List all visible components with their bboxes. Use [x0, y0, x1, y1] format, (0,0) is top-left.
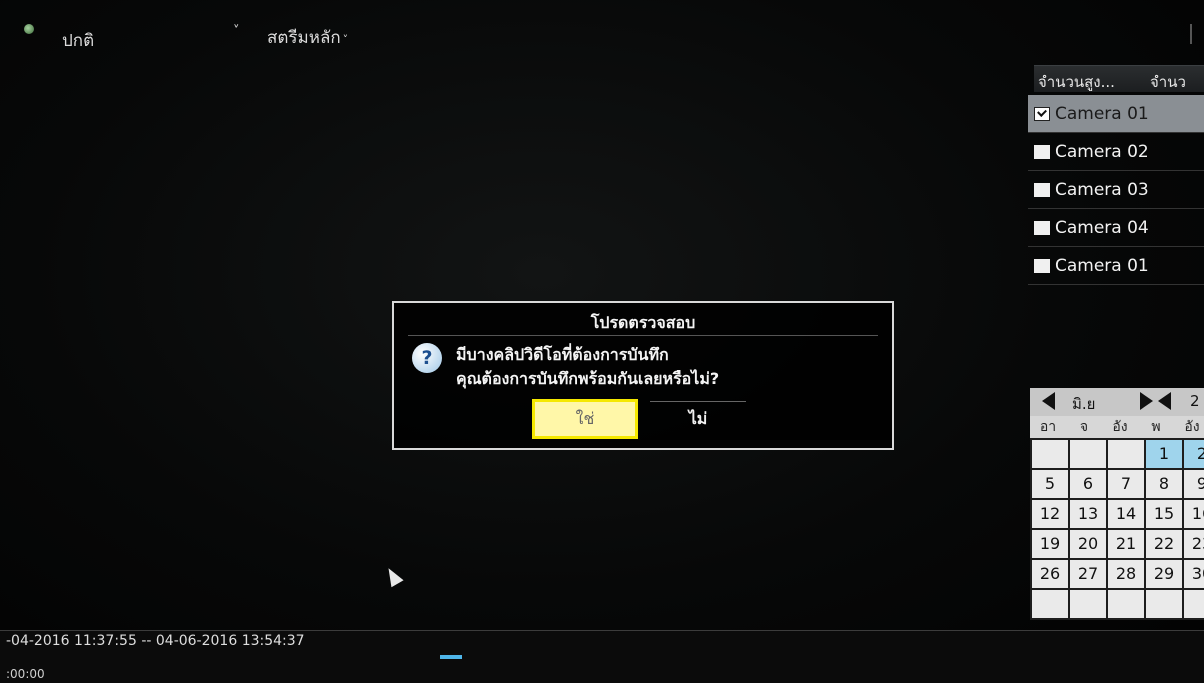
top-bar: ปกติ ˅ สตรีมหลัก ˅ [0, 0, 1204, 60]
dialog-title: โปรดตรวจสอบ [590, 313, 696, 332]
weekday-label: อา [1039, 419, 1057, 435]
camera-list: Camera 01 Camera 02 Camera 03 Camera 04 … [1028, 95, 1204, 285]
calendar-day[interactable]: 28 [1108, 560, 1144, 588]
column-header-quality[interactable]: จำนวนสูง... [1038, 70, 1115, 94]
dialog-message-line2: คุณต้องการบันทึกพร้อมกันเลยหรือไม่? [456, 369, 720, 388]
chevron-down-icon: ˅ [342, 33, 349, 46]
next-month-icon[interactable] [1140, 392, 1153, 410]
calendar-day[interactable]: 27 [1070, 560, 1106, 588]
calendar-day[interactable]: 30 [1184, 560, 1204, 588]
panel-toggle-icon[interactable] [1190, 24, 1204, 44]
calendar-day[interactable]: 14 [1108, 500, 1144, 528]
camera-checkbox[interactable] [1034, 183, 1050, 197]
playhead-marker[interactable] [440, 655, 462, 659]
calendar-grid: 1256789121314151619202122232627282930 [1030, 438, 1204, 620]
camera-checkbox[interactable] [1034, 145, 1050, 159]
status-indicator-icon [24, 24, 34, 34]
no-button[interactable]: ไม่ [650, 401, 746, 437]
camera-item[interactable]: Camera 02 [1028, 133, 1204, 171]
calendar-nav: มิ.ย 2 [1030, 388, 1204, 416]
view-mode-label: ปกติ [62, 31, 95, 51]
stream-select[interactable]: สตรีมหลัก ˅ [267, 24, 348, 51]
prev-year-icon[interactable] [1158, 392, 1171, 410]
calendar-day[interactable]: 19 [1032, 530, 1068, 558]
chevron-down-icon[interactable]: ˅ [233, 24, 240, 39]
camera-item[interactable]: Camera 03 [1028, 171, 1204, 209]
calendar-day[interactable]: 1 [1146, 440, 1182, 468]
dialog-message-line1: มีบางคลิปวิดีโอที่ต้องการบันทึก [456, 345, 669, 364]
calendar-month: มิ.ย [1072, 395, 1096, 413]
calendar-day[interactable]: 29 [1146, 560, 1182, 588]
mouse-cursor-icon [382, 564, 404, 588]
calendar-day[interactable]: 8 [1146, 470, 1182, 498]
camera-name: Camera 02 [1055, 142, 1149, 162]
calendar-day[interactable] [1184, 590, 1204, 618]
camera-item[interactable]: Camera 01 [1028, 95, 1204, 133]
camera-item[interactable]: Camera 01 [1028, 247, 1204, 285]
calendar-day[interactable]: 7 [1108, 470, 1144, 498]
camera-checkbox[interactable] [1034, 221, 1050, 235]
calendar-year: 2 [1190, 392, 1200, 410]
calendar-day[interactable]: 5 [1032, 470, 1068, 498]
weekday-label: อัง [1184, 419, 1200, 435]
calendar-day[interactable] [1070, 440, 1106, 468]
calendar-day[interactable]: 20 [1070, 530, 1106, 558]
question-icon: ? [412, 343, 442, 373]
camera-checkbox[interactable] [1034, 259, 1050, 273]
divider [408, 335, 878, 336]
camera-name: Camera 01 [1055, 104, 1149, 124]
calendar-day[interactable]: 23 [1184, 530, 1204, 558]
calendar: มิ.ย 2 อา จ อัง พ อัง 125678912131415161… [1030, 388, 1204, 620]
calendar-day[interactable]: 22 [1146, 530, 1182, 558]
time-range-label: -04-2016 11:37:55 -- 04-06-2016 13:54:37 [6, 633, 305, 649]
weekday-label: พ [1151, 419, 1161, 435]
calendar-day[interactable] [1146, 590, 1182, 618]
prev-month-icon[interactable] [1042, 392, 1055, 410]
yes-button[interactable]: ใช่ [532, 399, 638, 439]
calendar-day[interactable]: 26 [1032, 560, 1068, 588]
weekday-label: จ [1079, 419, 1089, 435]
calendar-day[interactable]: 15 [1146, 500, 1182, 528]
calendar-day[interactable] [1108, 440, 1144, 468]
weekday-label: อัง [1112, 419, 1128, 435]
calendar-weekdays: อา จ อัง พ อัง [1030, 416, 1204, 438]
calendar-day[interactable]: 9 [1184, 470, 1204, 498]
calendar-day[interactable] [1108, 590, 1144, 618]
calendar-day[interactable]: 12 [1032, 500, 1068, 528]
calendar-day[interactable]: 13 [1070, 500, 1106, 528]
dvr-screen: ปกติ ˅ สตรีมหลัก ˅ จำนวนสูง... จำนว Camer… [0, 0, 1204, 683]
camera-name: Camera 04 [1055, 218, 1149, 238]
camera-checkbox[interactable] [1034, 107, 1050, 121]
camera-item[interactable]: Camera 04 [1028, 209, 1204, 247]
calendar-day[interactable] [1032, 440, 1068, 468]
timeline-bar[interactable]: -04-2016 11:37:55 -- 04-06-2016 13:54:37… [0, 630, 1204, 683]
calendar-day[interactable]: 16 [1184, 500, 1204, 528]
time-counter: :00:00 [6, 667, 45, 681]
calendar-day[interactable] [1070, 590, 1106, 618]
camera-name: Camera 01 [1055, 256, 1149, 276]
camera-table-header: จำนวนสูง... จำนว [1034, 65, 1204, 92]
calendar-day[interactable]: 21 [1108, 530, 1144, 558]
column-header-count[interactable]: จำนว [1150, 70, 1186, 94]
calendar-day[interactable]: 2 [1184, 440, 1204, 468]
calendar-day[interactable]: 6 [1070, 470, 1106, 498]
confirm-dialog: โปรดตรวจสอบ ? มีบางคลิปวิดีโอที่ต้องการบ… [392, 301, 894, 450]
calendar-day[interactable] [1032, 590, 1068, 618]
camera-name: Camera 03 [1055, 180, 1149, 200]
stream-select-label: สตรีมหลัก [267, 28, 341, 48]
